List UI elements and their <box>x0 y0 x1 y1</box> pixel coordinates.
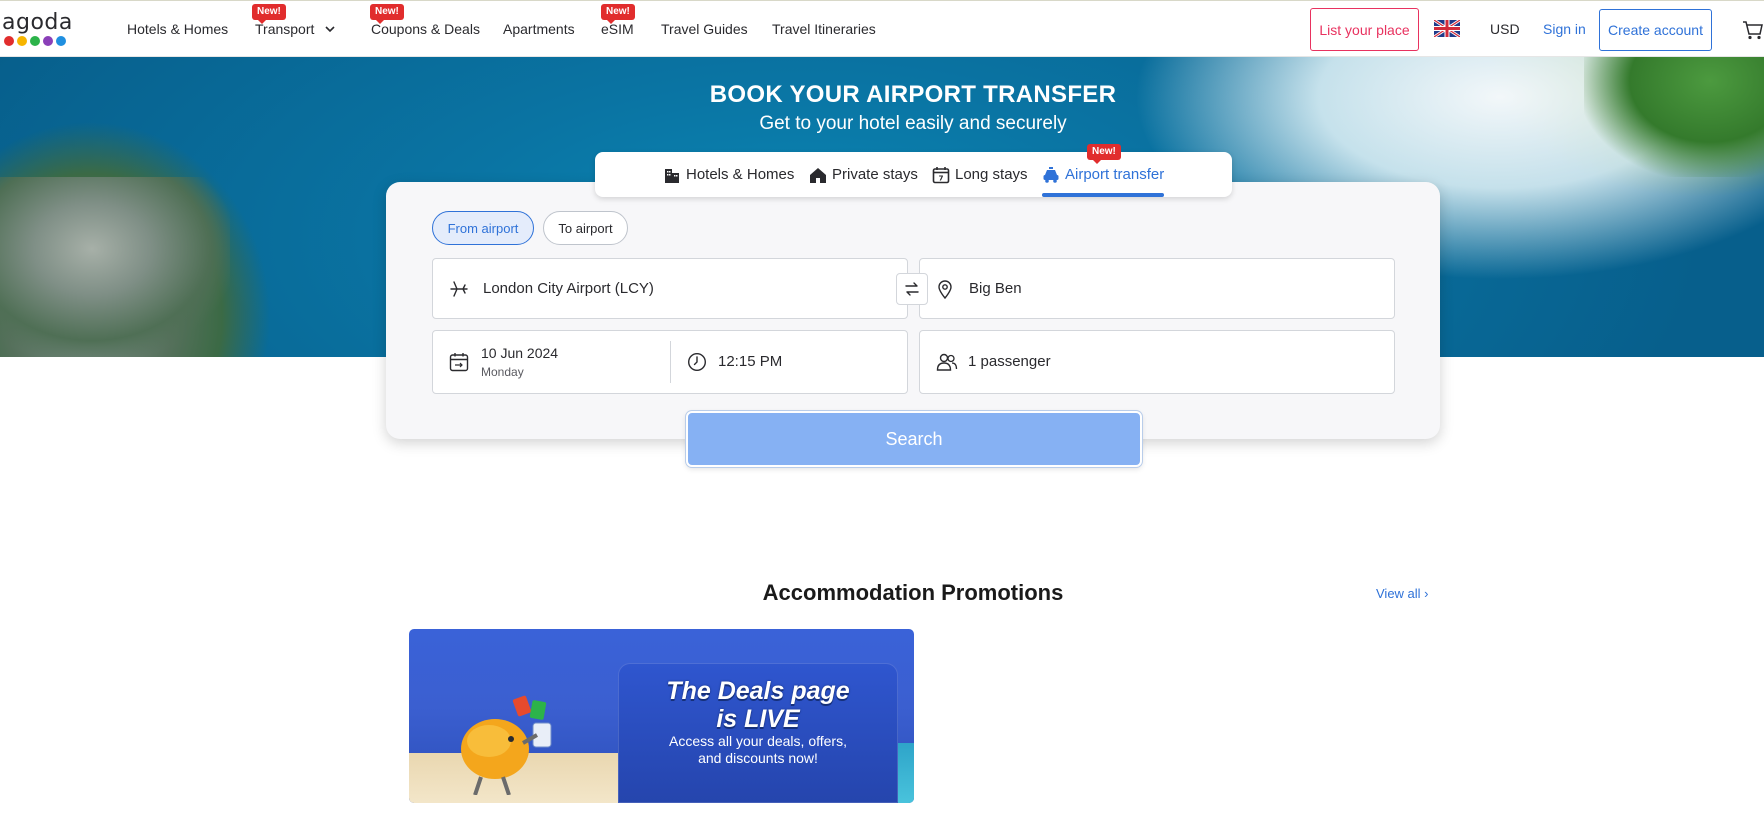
hero-island-image <box>0 177 230 357</box>
tab-hotels-homes[interactable]: Hotels & Homes <box>663 152 794 197</box>
banner-body: Access all your deals, offers, and disco… <box>618 733 898 767</box>
new-badge: New! <box>370 4 404 24</box>
nav-apartments[interactable]: Apartments <box>503 21 575 37</box>
new-badge: New! <box>601 4 635 24</box>
mascot-illustration <box>461 695 552 795</box>
agoda-logo[interactable]: agoda <box>2 10 72 50</box>
cart-icon[interactable] <box>1742 19 1764 41</box>
currency-selector[interactable]: USD <box>1490 21 1520 37</box>
chevron-down-icon <box>325 26 335 33</box>
nav-coupons-deals[interactable]: Coupons & Deals <box>371 21 480 37</box>
deals-promo-banner[interactable]: The Deals page is LIVE Access all your d… <box>409 629 914 803</box>
logo-wordmark: agoda <box>2 10 73 35</box>
banner-headline-line1: The Deals page <box>666 677 850 705</box>
pickup-time-value: 12:15 PM <box>718 353 783 370</box>
promotions-heading: Accommodation Promotions <box>762 580 1064 605</box>
clock-icon <box>687 352 707 372</box>
tab-label: Airport transfer <box>1065 166 1165 183</box>
nav-transport-label: Transport <box>255 21 315 37</box>
nav-esim[interactable]: eSIM <box>601 21 634 37</box>
location-pin-icon <box>938 279 952 299</box>
sign-in-link[interactable]: Sign in <box>1543 21 1586 37</box>
new-badge: New! <box>1087 144 1121 164</box>
calendar-icon <box>449 353 469 372</box>
tab-long-stays[interactable]: 7 Long stays <box>932 152 1028 197</box>
uk-flag-icon[interactable] <box>1434 20 1460 37</box>
nav-hotels-homes[interactable]: Hotels & Homes <box>127 21 228 37</box>
dropoff-location-field[interactable]: Big Ben <box>919 258 1395 319</box>
banner-panel: The Deals page is LIVE Access all your d… <box>618 663 898 803</box>
new-badge: New! <box>252 4 286 24</box>
hero-title: BOOK YOUR AIRPORT TRANSFER <box>709 81 1117 108</box>
tab-label: Private stays <box>832 166 918 183</box>
dropoff-location-value: Big Ben <box>969 280 1022 297</box>
banner-body-line2: and discounts now! <box>698 750 818 766</box>
nav-transport[interactable]: Transport <box>255 21 336 37</box>
calendar-icon: 7 <box>932 166 950 183</box>
banner-headline: The Deals page is LIVE <box>618 677 898 733</box>
pickup-location-field[interactable]: London City Airport (LCY) <box>432 258 908 319</box>
svg-text:7: 7 <box>939 174 944 182</box>
building-icon <box>665 168 679 183</box>
pickup-weekday-value: Monday <box>481 365 524 379</box>
swap-locations-button[interactable] <box>896 273 928 305</box>
tab-label: Long stays <box>955 166 1028 183</box>
swap-icon <box>905 282 919 296</box>
tab-label: Hotels & Homes <box>686 166 795 183</box>
passengers-field[interactable]: 1 passenger <box>919 330 1395 394</box>
airport-transfer-search-card: From airport To airport London City Airp… <box>386 182 1440 439</box>
hero-subtitle: Get to your hotel easily and securely <box>759 113 1067 134</box>
list-your-place-button[interactable]: List your place <box>1310 8 1419 51</box>
product-tabs: Hotels & Homes Private stays 7 Long stay… <box>595 144 1232 197</box>
passengers-value: 1 passenger <box>968 353 1051 370</box>
tab-private-stays[interactable]: Private stays <box>809 152 918 197</box>
pickup-datetime-field: 10 Jun 2024 Monday 12:15 PM <box>432 330 908 394</box>
airplane-icon <box>450 280 468 297</box>
banner-headline-line2: is LIVE <box>716 705 800 733</box>
from-airport-toggle[interactable]: From airport <box>432 211 534 245</box>
pickup-time-picker[interactable]: 12:15 PM <box>671 331 907 393</box>
car-icon <box>1043 166 1059 183</box>
pickup-date-picker[interactable]: 10 Jun 2024 Monday <box>433 331 670 393</box>
top-navigation: agoda Hotels & Homes New! Transport New!… <box>0 0 1764 57</box>
pickup-location-value: London City Airport (LCY) <box>483 280 654 297</box>
create-account-button[interactable]: Create account <box>1599 9 1712 51</box>
nav-travel-guides[interactable]: Travel Guides <box>661 21 748 37</box>
search-button[interactable]: Search <box>686 411 1142 467</box>
banner-body-line1: Access all your deals, offers, <box>669 733 847 749</box>
house-icon <box>810 167 826 183</box>
pickup-date-value: 10 Jun 2024 <box>481 345 559 361</box>
logo-dots <box>4 36 66 46</box>
nav-travel-itineraries[interactable]: Travel Itineraries <box>772 21 876 37</box>
view-all-link[interactable]: View all › <box>1376 586 1429 601</box>
passengers-icon <box>936 353 958 371</box>
to-airport-toggle[interactable]: To airport <box>543 211 628 245</box>
